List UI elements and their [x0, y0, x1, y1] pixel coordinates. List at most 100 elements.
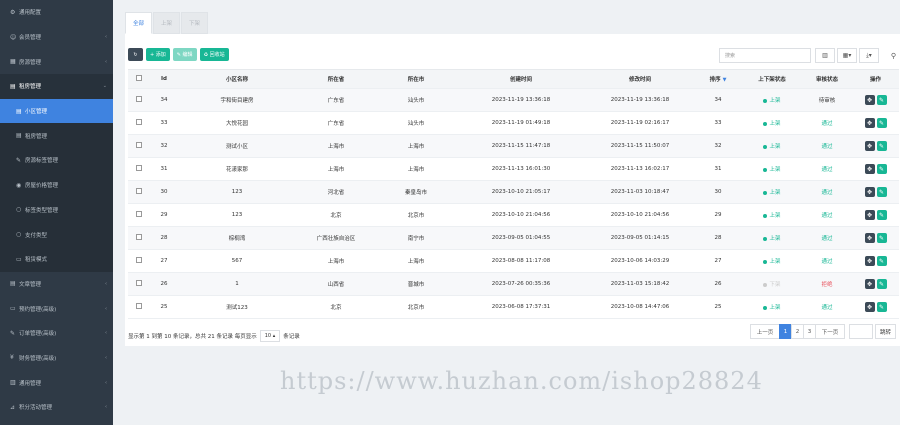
edit-icon[interactable]: ✎ [876, 118, 887, 128]
next-page-button[interactable]: 下一页 [815, 324, 845, 339]
sidebar-item-15[interactable]: ▥ 通用管理 ‹ [0, 370, 113, 395]
move-icon[interactable]: ✥ [864, 256, 875, 266]
columns-button[interactable]: ▦▾ [837, 48, 857, 63]
edit-icon[interactable]: ✎ [876, 187, 887, 197]
refresh-button[interactable]: ↻ [128, 48, 143, 61]
sidebar-item-10[interactable]: ▭ 租赁模式 [0, 246, 113, 272]
row-checkbox[interactable] [136, 96, 142, 102]
tab-off-shelf[interactable]: 下架 [181, 12, 208, 34]
col-status[interactable]: 上下架状态 [742, 69, 802, 89]
cell-status[interactable]: 上架 [742, 226, 802, 250]
tab-all[interactable]: 全部 [125, 12, 152, 34]
cell-status[interactable]: 上架 [742, 180, 802, 204]
select-all-checkbox[interactable] [136, 75, 142, 81]
search-icon[interactable]: ⚲ [887, 48, 900, 63]
sidebar-item-8[interactable]: ○ 标签类型管理 [0, 197, 113, 223]
jump-page-input[interactable] [849, 324, 873, 339]
sidebar-item-label: 房屋价格管理 [25, 183, 59, 190]
row-checkbox[interactable] [136, 142, 142, 148]
row-checkbox[interactable] [136, 234, 142, 240]
move-icon[interactable]: ✥ [864, 141, 875, 151]
cell-status[interactable]: 上架 [742, 295, 802, 319]
cell-status[interactable]: 上架 [742, 249, 802, 273]
sidebar-item-5[interactable]: ▤ 租房管理 [0, 123, 113, 149]
sidebar-item-3[interactable]: ▤ 租房管理 ⌄ [0, 74, 113, 99]
col-audit[interactable]: 审核状态 [802, 69, 852, 89]
sidebar-item-9[interactable]: ○ 支付类型 [0, 222, 113, 247]
status-label: 上架 [769, 144, 781, 150]
row-checkbox[interactable] [136, 303, 142, 309]
sidebar-item-13[interactable]: ✎ 订单管理(高级) ‹ [0, 321, 113, 346]
sidebar-item-16[interactable]: ⊿ 积分活动管理 ‹ [0, 395, 113, 420]
row-checkbox[interactable] [136, 119, 142, 125]
col-sort[interactable]: 排序 ▼ [694, 69, 742, 89]
row-checkbox[interactable] [136, 165, 142, 171]
tab-on-shelf[interactable]: 上架 [153, 12, 180, 34]
move-icon[interactable]: ✥ [864, 118, 875, 128]
row-checkbox[interactable] [136, 257, 142, 263]
sidebar-item-0[interactable]: ⚙ 通用配置 [0, 0, 113, 25]
sidebar-item-7[interactable]: ◉ 房屋价格管理 [0, 172, 113, 198]
sidebar-item-11[interactable]: ▤ 文章管理 ‹ [0, 272, 113, 297]
prev-page-button[interactable]: 上一页 [750, 324, 780, 339]
move-icon[interactable]: ✥ [864, 279, 875, 289]
table-row[interactable]: 32 测试小区 上海市 上海市 2023-11-15 11:47:18 2023-11-1… [128, 134, 899, 158]
table-row[interactable]: 25 测试123 北京 北京市 2023-06-08 17:37:31 2023-10-0… [128, 295, 899, 319]
row-checkbox[interactable] [136, 280, 142, 286]
cell-actions: ✥ ✎ [852, 295, 899, 319]
cell-status[interactable]: 上架 [742, 111, 802, 135]
cell-city: 上海市 [376, 134, 456, 158]
edit-icon[interactable]: ✎ [876, 279, 887, 289]
recycle-bin-button[interactable]: ♻ 回收站 [199, 48, 229, 61]
move-icon[interactable]: ✥ [864, 187, 875, 197]
move-icon[interactable]: ✥ [864, 95, 875, 105]
add-button[interactable]: + 添加 [146, 48, 170, 61]
table-row[interactable]: 27 567 上海市 上海市 2023-08-08 11:17:08 2023-10-06… [128, 249, 899, 273]
edit-icon[interactable]: ✎ [876, 256, 887, 266]
sidebar-item-1[interactable]: ☺ 会员管理 ‹ [0, 25, 113, 50]
move-icon[interactable]: ✥ [864, 210, 875, 220]
col-created[interactable]: 创建时间 [456, 69, 586, 89]
cell-status[interactable]: 上架 [742, 134, 802, 158]
row-checkbox[interactable] [136, 188, 142, 194]
col-updated[interactable]: 修改时间 [586, 69, 694, 89]
sidebar-item-4[interactable]: ▤ 小区管理 [0, 98, 113, 124]
sidebar-item-14[interactable]: ¥ 财务管理(高级) ‹ [0, 346, 113, 371]
col-city[interactable]: 所在市 [376, 69, 456, 89]
table-row[interactable]: 29 123 北京 北京市 2023-10-10 21:04:56 2023-10-10 … [128, 203, 899, 227]
table-row[interactable]: 26 1 山西省 晋城市 2023-07-26 00:35:36 2023-11-03 1… [128, 272, 899, 296]
edit-icon[interactable]: ✎ [876, 141, 887, 151]
move-icon[interactable]: ✥ [864, 302, 875, 312]
jump-button[interactable]: 跳转 [875, 324, 897, 339]
move-icon[interactable]: ✥ [864, 164, 875, 174]
row-checkbox[interactable] [136, 211, 142, 217]
table-row[interactable]: 34 宇和街目建房 广东省 汕头市 2023-11-19 13:36:18 2023-11… [128, 88, 899, 112]
sidebar-item-2[interactable]: ▦ 房源管理 ‹ [0, 49, 113, 74]
cell-status[interactable]: 上架 [742, 203, 802, 227]
sidebar-item-6[interactable]: ✎ 房源标签管理 [0, 148, 113, 173]
move-icon[interactable]: ✥ [864, 233, 875, 243]
cell-status[interactable]: 上架 [742, 157, 802, 181]
table-row[interactable]: 31 花漾家那 上海市 上海市 2023-11-13 16:01:30 2023-11-1… [128, 157, 899, 181]
cell-status[interactable]: 下架 [742, 272, 802, 296]
col-name[interactable]: 小区名称 [178, 69, 296, 89]
export-button[interactable]: ⤓▾ [859, 48, 879, 63]
edit-icon[interactable]: ✎ [876, 164, 887, 174]
cell-name: 测试123 [178, 295, 296, 319]
table-row[interactable]: 28 棕榈湾 广西壮族自治区 南宁市 2023-09-05 01:04:55 2023-0… [128, 226, 899, 250]
page-size-select[interactable]: 10 ▴ [259, 330, 281, 342]
select-all-header[interactable] [128, 69, 150, 89]
edit-icon[interactable]: ✎ [876, 210, 887, 220]
cell-status[interactable]: 上架 [742, 88, 802, 112]
table-row[interactable]: 30 123 河北省 秦皇岛市 2023-10-10 21:05:17 2023-11-0… [128, 180, 899, 204]
edit-icon[interactable]: ✎ [876, 95, 887, 105]
toggle-view-button[interactable]: ▥ [815, 48, 835, 63]
col-province[interactable]: 所在省 [296, 69, 376, 89]
edit-icon[interactable]: ✎ [876, 302, 887, 312]
edit-icon[interactable]: ✎ [876, 233, 887, 243]
search-input[interactable]: 搜索 [719, 48, 811, 63]
table-row[interactable]: 33 大悦花园 广东省 汕头市 2023-11-19 01:49:18 2023-11-1… [128, 111, 899, 135]
edit-button[interactable]: ✎ 编辑 [172, 48, 197, 61]
sidebar-item-12[interactable]: ▭ 预约管理(高级) ‹ [0, 296, 113, 321]
col-id[interactable]: Id [150, 69, 178, 89]
